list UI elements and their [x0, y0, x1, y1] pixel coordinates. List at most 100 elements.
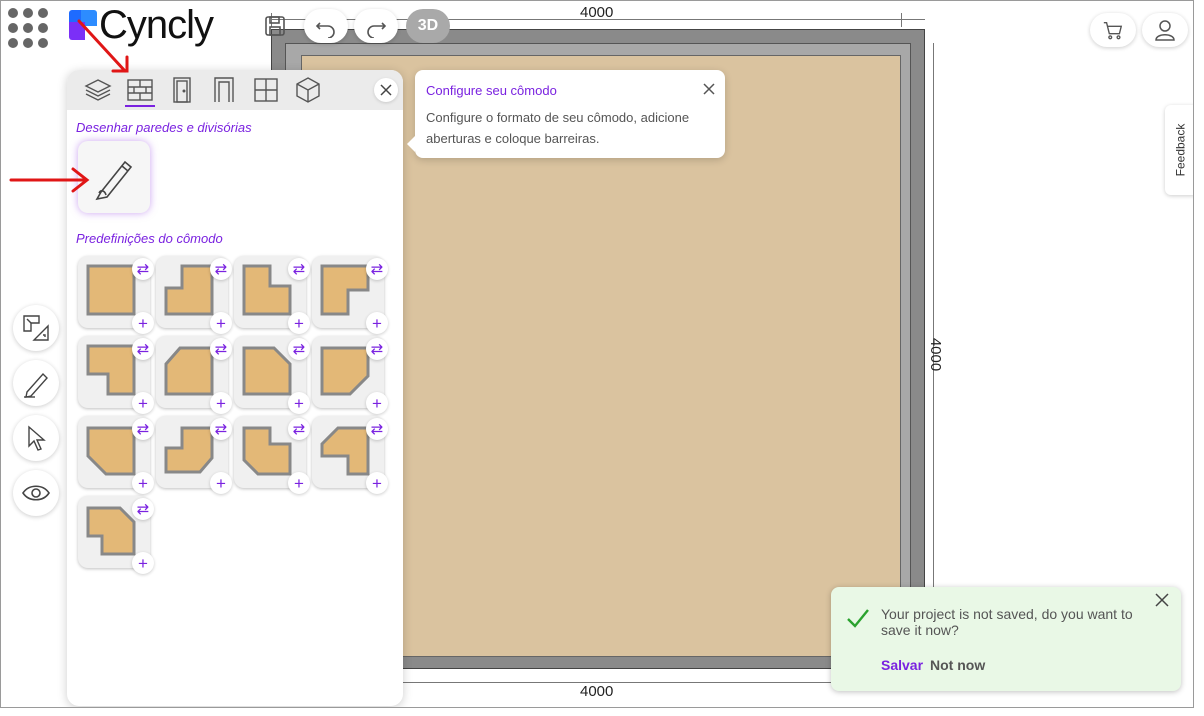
room-config-panel: Desenhar paredes e divisórias Predefiniç…: [67, 70, 403, 706]
add-room-button[interactable]: +: [210, 392, 232, 414]
room-preset-l-top-right[interactable]: ⇄ +: [234, 256, 310, 334]
room-shape-step-icon: [164, 426, 214, 474]
tooltip-title: Configure seu cômodo: [426, 83, 557, 98]
measure-tool-button[interactable]: [13, 305, 59, 351]
door-icon: [173, 77, 191, 103]
room-preset-square[interactable]: ⇄ +: [78, 256, 154, 334]
room-preset-chamfer-bottom-right[interactable]: ⇄ +: [312, 336, 388, 414]
room-preset-chamfer-top-right-2[interactable]: ⇄ +: [78, 496, 154, 574]
tab-doors[interactable]: [161, 70, 203, 110]
user-icon: [1155, 20, 1175, 41]
toast-message: Your project is not saved, do you want t…: [881, 606, 1133, 638]
tab-windows[interactable]: [245, 70, 287, 110]
close-icon: [380, 84, 392, 96]
room-shape-l-icon: [164, 264, 214, 316]
cart-button[interactable]: [1090, 13, 1136, 47]
close-icon: [1155, 593, 1169, 607]
swap-orientation-button[interactable]: ⇄: [288, 418, 310, 440]
add-room-button[interactable]: +: [366, 392, 388, 414]
room-preset-chamfer-notch[interactable]: ⇄ +: [312, 416, 388, 494]
swap-orientation-button[interactable]: ⇄: [132, 498, 154, 520]
toast-close-button[interactable]: [1155, 593, 1169, 612]
tooltip-close-button[interactable]: [703, 82, 715, 100]
swap-orientation-button[interactable]: ⇄: [132, 258, 154, 280]
visibility-tool-button[interactable]: [13, 470, 59, 516]
tooltip-body: Configure o formato de seu cômodo, adici…: [426, 110, 690, 146]
select-tool-button[interactable]: [13, 415, 59, 461]
tab-openings[interactable]: [203, 70, 245, 110]
room-shape-chamfer-icon: [86, 506, 136, 556]
room-preset-chamfer-top-left[interactable]: ⇄ +: [156, 336, 232, 414]
top-dimension-tick-right: [901, 13, 902, 27]
eye-icon: [22, 485, 50, 501]
checkmark-icon: [847, 609, 869, 628]
room-shape-l-icon: [320, 264, 370, 316]
room-preset-l-bottom-right[interactable]: ⇄ +: [312, 256, 388, 334]
feedback-tab[interactable]: Feedback: [1165, 105, 1193, 195]
view-3d-button[interactable]: 3D: [406, 9, 450, 43]
room-preset-step-left[interactable]: ⇄ +: [156, 416, 232, 494]
close-icon: [703, 83, 715, 95]
undo-button[interactable]: [304, 9, 348, 43]
room-shape-chamfer-icon: [164, 346, 214, 396]
room-shape-l-icon: [242, 264, 292, 316]
swap-orientation-button[interactable]: ⇄: [132, 338, 154, 360]
room-preset-l-bottom-left[interactable]: ⇄ +: [78, 336, 154, 414]
swap-orientation-button[interactable]: ⇄: [210, 418, 232, 440]
room-depth-label: 4000: [927, 337, 945, 372]
add-room-button[interactable]: +: [366, 472, 388, 494]
swap-orientation-button[interactable]: ⇄: [132, 418, 154, 440]
swap-orientation-button[interactable]: ⇄: [366, 418, 388, 440]
save-button[interactable]: [257, 9, 293, 43]
add-room-button[interactable]: +: [132, 552, 154, 574]
room-presets-section-title: Predefinições do cômodo: [76, 231, 223, 246]
room-shape-step-icon: [242, 426, 292, 476]
app-window: 4000 4000 4000 Cyncly 3D Desenhar parede…: [0, 0, 1194, 708]
add-room-button[interactable]: +: [132, 472, 154, 494]
pencil-icon: [24, 372, 48, 398]
swap-orientation-button[interactable]: ⇄: [288, 338, 310, 360]
add-room-button[interactable]: +: [132, 392, 154, 414]
room-preset-chamfer-bottom-left[interactable]: ⇄ +: [78, 416, 154, 494]
shopping-cart-icon: [1103, 21, 1123, 40]
apps-menu-icon[interactable]: [8, 8, 48, 48]
add-room-button[interactable]: +: [210, 312, 232, 334]
room-shape-chamfer-icon: [86, 426, 136, 476]
room-preset-l-top-left[interactable]: ⇄ +: [156, 256, 232, 334]
room-width-label-top: 4000: [580, 4, 614, 21]
room-shape-l-icon: [86, 344, 136, 396]
add-room-button[interactable]: +: [288, 392, 310, 414]
swap-orientation-button[interactable]: ⇄: [366, 338, 388, 360]
swap-orientation-button[interactable]: ⇄: [288, 258, 310, 280]
swap-orientation-button[interactable]: ⇄: [210, 338, 232, 360]
room-presets-grid: ⇄ + ⇄ + ⇄ + ⇄ + ⇄ + ⇄ + ⇄ + ⇄ + ⇄ + ⇄ + …: [78, 256, 388, 574]
unsaved-project-toast: Your project is not saved, do you want t…: [831, 587, 1181, 691]
add-room-button[interactable]: +: [132, 312, 154, 334]
room-shape-chamfer-icon: [242, 346, 292, 396]
opening-icon: [214, 77, 234, 102]
redo-button[interactable]: [354, 9, 398, 43]
add-room-button[interactable]: +: [366, 312, 388, 334]
panel-close-button[interactable]: [374, 78, 398, 102]
add-room-button[interactable]: +: [210, 472, 232, 494]
floorplan-measure-icon: [23, 315, 49, 341]
window-icon: [254, 78, 278, 102]
tab-objects[interactable]: [287, 70, 329, 110]
redo-icon: [367, 22, 387, 38]
save-project-button[interactable]: Salvar: [881, 657, 923, 673]
room-preset-notch-chamfer[interactable]: ⇄ +: [234, 416, 310, 494]
add-room-button[interactable]: +: [288, 312, 310, 334]
swap-orientation-button[interactable]: ⇄: [210, 258, 232, 280]
cube-icon: [296, 77, 320, 103]
configure-room-tooltip: Configure seu cômodo Configure o formato…: [407, 70, 725, 158]
floppy-disk-icon: [265, 16, 285, 36]
room-preset-chamfer-top-right[interactable]: ⇄ +: [234, 336, 310, 414]
draw-tool-button[interactable]: [13, 360, 59, 406]
swap-orientation-button[interactable]: ⇄: [366, 258, 388, 280]
feedback-label: Feedback: [1173, 123, 1188, 177]
account-button[interactable]: [1142, 13, 1188, 47]
annotation-arrow-icon: [9, 167, 90, 193]
cursor-arrow-icon: [28, 425, 46, 451]
add-room-button[interactable]: +: [288, 472, 310, 494]
not-now-button[interactable]: Not now: [930, 657, 985, 673]
